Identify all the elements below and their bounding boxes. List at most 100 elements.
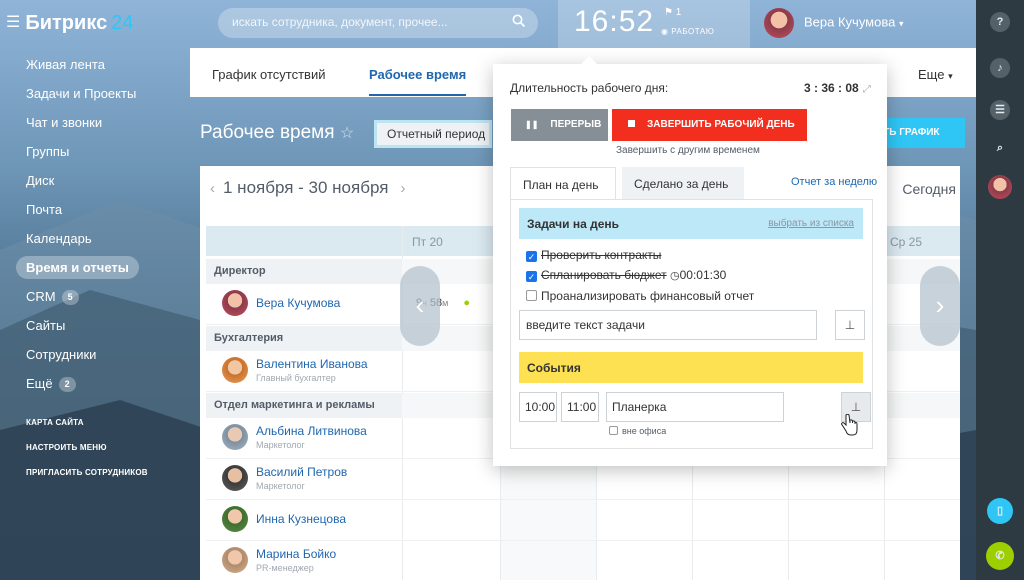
right-toolbar: ? ♪ ☰ ⌕ ▯ ✆ xyxy=(976,0,1024,580)
task-item[interactable]: Проанализировать финансовый отчет xyxy=(526,289,754,303)
tab-worktime[interactable]: Рабочее время xyxy=(369,67,467,96)
avatar[interactable] xyxy=(988,175,1012,199)
out-of-office-option[interactable]: вне офиса xyxy=(609,426,666,436)
table-row[interactable]: Вера Кучумова xyxy=(206,284,402,324)
person-name[interactable]: Инна Кузнецова xyxy=(256,512,346,526)
person-role: PR-менеджер xyxy=(256,563,314,573)
event-start-time[interactable]: 10:00 xyxy=(519,392,557,422)
task-checkbox[interactable]: ✓ xyxy=(526,251,537,262)
pause-button[interactable]: ❚❚ ПЕРЕРЫВ xyxy=(511,109,608,141)
sidebar-item-more[interactable]: Ещё 2 xyxy=(0,369,190,398)
app-logo[interactable]: ☰ Битрикс 24 xyxy=(6,12,133,35)
call-icon[interactable]: ✆ xyxy=(986,542,1014,570)
event-name-input[interactable]: Планерка xyxy=(606,392,784,422)
add-task-button[interactable]: ⊥ xyxy=(835,310,865,340)
person-name[interactable]: Альбина Литвинова xyxy=(256,424,367,438)
user-menu[interactable]: Вера Кучумова ▾ xyxy=(764,8,904,38)
flag-icon: ⚑ xyxy=(664,7,673,18)
sidebar-item-feed[interactable]: Живая лента xyxy=(0,50,190,79)
worklog-minutes-unit: м xyxy=(442,298,449,308)
scroll-right-button[interactable]: › xyxy=(920,266,960,346)
avatar xyxy=(764,8,794,38)
section-marketing: Отдел маркетинга и рекламы xyxy=(206,393,402,418)
sidebar: Живая лента Задачи и Проекты Чат и звонк… xyxy=(0,48,190,485)
table-row[interactable]: Марина Бойко PR-менеджер xyxy=(206,541,402,580)
hand-cursor-icon xyxy=(840,413,858,442)
search-icon[interactable]: ⌕ xyxy=(990,138,1010,158)
person-name[interactable]: Вера Кучумова xyxy=(256,296,340,310)
task-checkbox[interactable] xyxy=(526,290,537,301)
flag-indicator: ⚑ 1 xyxy=(664,7,681,18)
sidebar-item-disk[interactable]: Диск xyxy=(0,166,190,195)
period-selector[interactable]: Отчетный период п xyxy=(374,120,492,148)
task-item[interactable]: ✓ Спланировать бюджет ◷00:01:30 xyxy=(526,268,726,282)
chevron-down-icon: ▾ xyxy=(898,18,904,29)
search-input[interactable]: искать сотрудника, документ, прочее... xyxy=(218,8,538,38)
person-name[interactable]: Валентина Иванова xyxy=(256,357,368,371)
day-plan-panel: Задачи на день выбрать из списка ✓ Провер… xyxy=(510,199,873,449)
sidebar-item-label: Сотрудники xyxy=(26,347,97,362)
sidebar-link-sitemap[interactable]: КАРТА САЙТА xyxy=(0,410,190,435)
sidebar-item-label: Живая лента xyxy=(26,57,105,72)
new-task-input[interactable]: введите текст задачи xyxy=(519,310,817,340)
worktime-clock[interactable]: 16:52 ⚑ 1 ◉ РАБОТАЮ xyxy=(558,0,750,48)
phone-device-icon[interactable]: ▯ xyxy=(987,498,1013,524)
search-placeholder: искать сотрудника, документ, прочее... xyxy=(232,15,448,29)
tab-more[interactable]: Еще ▾ xyxy=(918,67,953,82)
messenger-icon[interactable]: ☰ xyxy=(990,100,1010,120)
person-name[interactable]: Василий Петров xyxy=(256,465,347,479)
count-badge: 2 xyxy=(58,377,76,392)
task-text: Спланировать бюджет xyxy=(541,268,667,282)
task-checkbox[interactable]: ✓ xyxy=(526,271,537,282)
star-icon[interactable]: ☆ xyxy=(340,125,354,142)
tab-absence[interactable]: График отсутствий xyxy=(212,67,325,82)
table-row[interactable]: Инна Кузнецова xyxy=(206,500,402,540)
end-workday-button[interactable]: ЗАВЕРШИТЬ РАБОЧИЙ ДЕНЬ xyxy=(612,109,807,141)
menu-icon[interactable]: ☰ xyxy=(6,12,20,32)
choose-from-list-link[interactable]: выбрать из списка xyxy=(768,218,854,229)
end-other-time-link[interactable]: Завершить с другим временем xyxy=(616,145,760,156)
sidebar-item-tasks[interactable]: Задачи и Проекты xyxy=(0,79,190,108)
sidebar-item-calendar[interactable]: Календарь xyxy=(0,224,190,253)
scroll-left-button[interactable]: ‹ xyxy=(400,266,440,346)
sidebar-item-mail[interactable]: Почта xyxy=(0,195,190,224)
today-button[interactable]: Сегодня xyxy=(902,181,956,197)
timer-icon: ◷ xyxy=(670,270,680,282)
table-row[interactable]: Альбина Литвинова Маркетолог xyxy=(206,418,402,458)
pause-icon: ❚❚ xyxy=(525,120,539,129)
tab-done-today[interactable]: Сделано за день xyxy=(622,167,744,200)
tab-day-plan[interactable]: План на день xyxy=(510,167,616,200)
page-title: Рабочее время ☆ xyxy=(200,122,354,144)
chevron-left-icon[interactable]: ‹ xyxy=(210,180,215,197)
sidebar-item-crm[interactable]: CRM 5 xyxy=(0,282,190,311)
sidebar-link-invite[interactable]: ПРИГЛАСИТЬ СОТРУДНИКОВ xyxy=(0,460,190,485)
out-of-office-label: вне офиса xyxy=(622,426,667,436)
out-of-office-checkbox[interactable] xyxy=(609,426,618,435)
person-name[interactable]: Марина Бойко xyxy=(256,547,336,561)
work-status: ◉ РАБОТАЮ xyxy=(661,27,714,36)
table-row[interactable]: Василий Петров Маркетолог xyxy=(206,459,402,499)
event-end-time[interactable]: 11:00 xyxy=(561,392,599,422)
avatar xyxy=(222,424,248,450)
task-text: Проверить контракты xyxy=(541,248,662,262)
week-report-link[interactable]: Отчет за неделю xyxy=(791,176,877,188)
sidebar-item-employees[interactable]: Сотрудники xyxy=(0,340,190,369)
sidebar-item-label: Задачи и Проекты xyxy=(26,86,137,101)
table-row[interactable]: Валентина Иванова Главный бухгалтер xyxy=(206,351,402,391)
sidebar-item-chat[interactable]: Чат и звонки xyxy=(0,108,190,137)
tasks-header-text: Задачи на день xyxy=(527,217,620,231)
search-icon[interactable] xyxy=(512,14,526,31)
sidebar-item-label: Почта xyxy=(26,202,63,217)
help-icon[interactable]: ? xyxy=(990,12,1010,32)
task-item[interactable]: ✓ Проверить контракты xyxy=(526,248,661,262)
avatar xyxy=(222,357,248,383)
sidebar-item-timereports[interactable]: Время и отчеты xyxy=(0,253,190,282)
sidebar-item-sites[interactable]: Сайты xyxy=(0,311,190,340)
chevron-right-icon[interactable]: › xyxy=(400,180,405,197)
tasks-header: Задачи на день выбрать из списка xyxy=(519,208,863,239)
pin-icon[interactable]: ⤢ xyxy=(863,84,871,95)
task-text: Проанализировать финансовый отчет xyxy=(541,289,755,303)
sidebar-link-configure-menu[interactable]: НАСТРОИТЬ МЕНЮ xyxy=(0,435,190,460)
sidebar-item-groups[interactable]: Группы xyxy=(0,137,190,166)
notifications-icon[interactable]: ♪ xyxy=(990,58,1010,78)
